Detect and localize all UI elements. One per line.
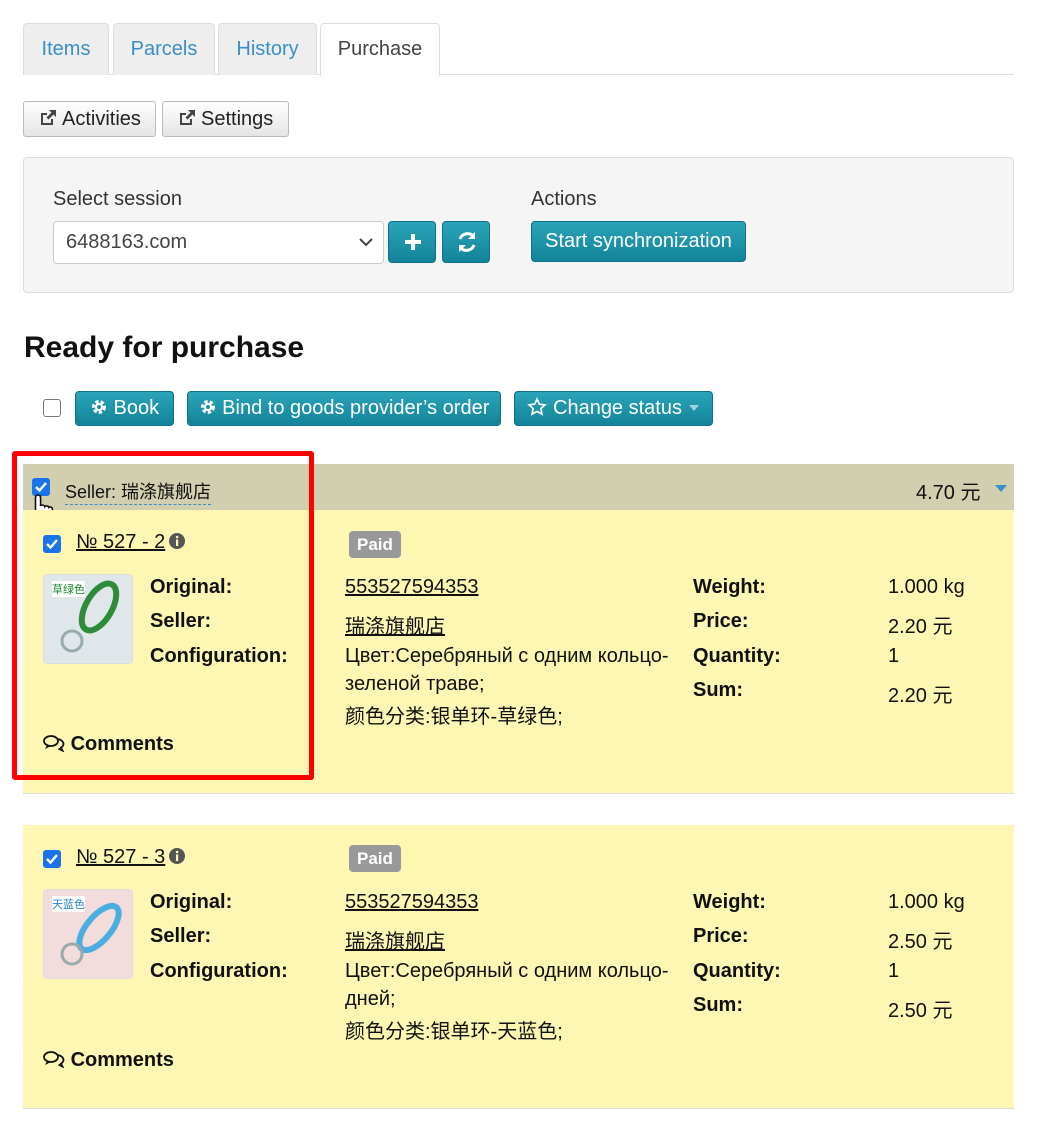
tab-items[interactable]: Items	[23, 23, 109, 75]
bind-order-label: Bind to goods provider’s order	[222, 397, 490, 419]
configuration-line: зеленой траве;	[345, 673, 485, 695]
session-panel: Select session 6488163.com Actions Start…	[23, 157, 1014, 293]
check-icon	[46, 539, 58, 550]
check-icon	[35, 482, 47, 493]
original-link[interactable]: 553527594353	[345, 891, 478, 914]
price-value: 2.50 元	[888, 931, 953, 953]
weight-label: Weight:	[693, 891, 766, 913]
caret-down-icon	[688, 405, 699, 411]
tab-purchase[interactable]: Purchase	[320, 23, 440, 76]
change-status-label: Change status	[553, 397, 682, 419]
sum-value: 2.50 元	[888, 1000, 953, 1022]
seller-group-link[interactable]: Seller: 瑞涤旗舰店	[65, 478, 212, 505]
star-icon	[527, 397, 548, 416]
item-card: № 527 - 3 Paid 天蓝色 Original: Seller: Con…	[23, 825, 1014, 1109]
plus-icon	[405, 234, 421, 250]
add-session-button[interactable]	[388, 221, 436, 263]
configuration-line: Цвет:Серебряный с одним кольцо-	[345, 960, 669, 982]
quantity-label: Quantity:	[693, 645, 781, 667]
quantity-value: 1	[888, 960, 900, 982]
refresh-icon	[458, 232, 476, 252]
settings-button[interactable]: Settings	[162, 101, 289, 137]
refresh-session-button[interactable]	[442, 221, 490, 263]
original-label: Original:	[150, 576, 233, 598]
start-synchronization-button[interactable]: Start synchronization	[531, 221, 746, 262]
settings-label: Settings	[201, 108, 274, 130]
comments-label: Comments	[70, 1049, 174, 1071]
original-label: Original:	[150, 891, 233, 913]
status-badge: Paid	[349, 845, 401, 872]
seller-label: Seller:	[150, 925, 212, 947]
item-checkbox[interactable]	[43, 535, 61, 553]
tab-history[interactable]: History	[218, 23, 317, 75]
tab-parcels[interactable]: Parcels	[113, 23, 215, 75]
product-thumbnail[interactable]: 草绿色	[43, 574, 133, 664]
change-status-button[interactable]: Change status	[514, 391, 713, 426]
original-link[interactable]: 553527594353	[345, 576, 478, 599]
item-number-link[interactable]: № 527 - 3	[76, 846, 165, 869]
item-card: № 527 - 2 Paid 草绿色 Original: Seller: Con…	[23, 510, 1014, 794]
configuration-label: Configuration:	[150, 960, 288, 982]
gear-icon	[91, 400, 106, 414]
weight-value: 1.000 kg	[888, 891, 965, 913]
check-icon	[46, 854, 58, 865]
external-link-icon	[180, 110, 195, 125]
item-number-link[interactable]: № 527 - 2	[76, 531, 165, 554]
weight-label: Weight:	[693, 576, 766, 598]
select-all-checkbox[interactable]	[43, 399, 61, 417]
configuration-label: Configuration:	[150, 645, 288, 667]
caret-down-icon[interactable]	[994, 484, 1008, 493]
page-title: Ready for purchase	[24, 331, 305, 364]
session-select[interactable]: 6488163.com	[53, 221, 384, 264]
actions-label: Actions	[531, 188, 597, 210]
price-label: Price:	[693, 925, 749, 947]
tab-bar: Items Parcels History Purchase	[23, 22, 1014, 76]
bind-order-button[interactable]: Bind to goods provider’s order	[187, 391, 501, 426]
book-label: Book	[113, 397, 160, 419]
price-label: Price:	[693, 610, 749, 632]
comments-icon	[43, 735, 65, 753]
activities-button[interactable]: Activities	[23, 101, 156, 137]
chevron-down-icon	[359, 238, 373, 247]
configuration-line: 颜色分类:银单环-草绿色;	[345, 706, 563, 728]
product-thumbnail[interactable]: 天蓝色	[43, 889, 133, 979]
book-button[interactable]: Book	[75, 391, 174, 426]
seller-group-header: Seller: 瑞涤旗舰店 4.70 元	[23, 464, 1014, 510]
seller-link[interactable]: 瑞涤旗舰店	[345, 925, 445, 954]
configuration-line: Цвет:Серебряный с одним кольцо-	[345, 645, 669, 667]
sum-label: Sum:	[693, 994, 743, 1016]
seller-label: Seller:	[150, 610, 212, 632]
comments-toggle[interactable]: Comments	[43, 1049, 174, 1072]
configuration-line: дней;	[345, 988, 396, 1010]
seller-group-total: 4.70 元	[916, 482, 981, 504]
external-link-icon	[41, 110, 56, 125]
info-icon[interactable]	[168, 532, 186, 550]
session-select-value: 6488163.com	[66, 231, 188, 253]
price-value: 2.20 元	[888, 616, 953, 638]
info-icon[interactable]	[168, 847, 186, 865]
comments-label: Comments	[70, 733, 174, 755]
status-badge: Paid	[349, 531, 401, 558]
configuration-line: 颜色分类:银单环-天蓝色;	[345, 1021, 563, 1043]
item-checkbox[interactable]	[43, 850, 61, 868]
sum-value: 2.20 元	[888, 685, 953, 707]
comments-icon	[43, 1051, 65, 1069]
weight-value: 1.000 kg	[888, 576, 965, 598]
quantity-value: 1	[888, 645, 900, 667]
seller-link[interactable]: 瑞涤旗舰店	[345, 610, 445, 639]
select-session-label: Select session	[53, 188, 182, 210]
thumbnail-caption: 天蓝色	[52, 896, 85, 912]
comments-toggle[interactable]: Comments	[43, 733, 174, 756]
activities-label: Activities	[62, 108, 141, 130]
gear-icon	[200, 400, 215, 414]
thumbnail-caption: 草绿色	[52, 581, 85, 597]
quantity-label: Quantity:	[693, 960, 781, 982]
sum-label: Sum:	[693, 679, 743, 701]
